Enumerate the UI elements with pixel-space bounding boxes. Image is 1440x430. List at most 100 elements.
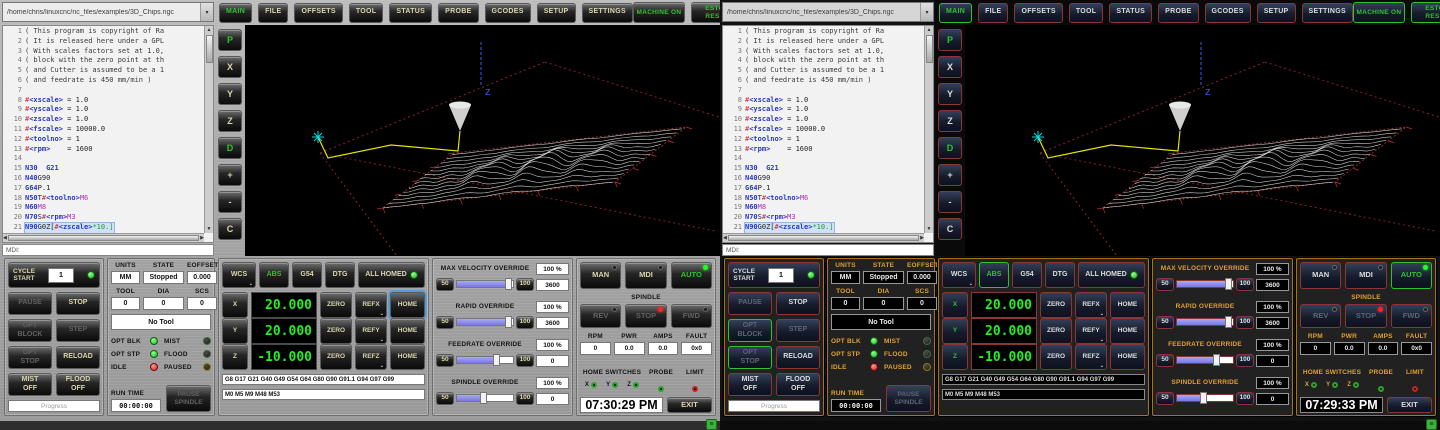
scroll-left-icon[interactable]: ◀ [3, 234, 7, 242]
menu-button-status[interactable]: STATUS [1109, 3, 1152, 23]
scroll-right-icon[interactable]: ▶ [920, 234, 924, 242]
zero-button[interactable]: ZERO [1040, 318, 1072, 344]
zero-button[interactable]: ZERO [320, 292, 352, 318]
g54-button[interactable]: G54 ⌄ [1012, 262, 1042, 288]
reload-button[interactable]: RELOAD [56, 346, 100, 369]
override-min-button[interactable]: 50 [436, 392, 454, 405]
flood-off-button[interactable]: FLOOD OFF [776, 373, 820, 396]
ref-button[interactable]: REFZ ⌄ [355, 344, 387, 370]
man-button[interactable]: MAN [1300, 262, 1341, 289]
scroll-down-icon[interactable]: ▼ [207, 225, 212, 233]
override-slider-track[interactable] [456, 394, 514, 402]
override-max-button[interactable]: 100 [516, 392, 534, 405]
ref-button[interactable]: REFY ⌄ [355, 318, 387, 344]
scroll-down-icon[interactable]: ▼ [927, 225, 932, 233]
home-button[interactable]: HOME [1110, 292, 1145, 318]
slider-handle[interactable] [1225, 278, 1232, 290]
editor-vertical-scrollbar[interactable]: ▲ ▼ [204, 26, 213, 233]
cycle-count-spinbox[interactable]: 1 [48, 268, 74, 283]
dropdown-arrow-icon[interactable]: ▾ [920, 3, 933, 21]
opt-stop-button[interactable]: OPT STOP [728, 346, 772, 369]
view-clear-button[interactable]: C [218, 218, 242, 240]
axis-letter-button[interactable]: Z [222, 344, 248, 370]
spindle-stop-button[interactable]: STOP [625, 304, 666, 328]
menu-button-main[interactable]: MAIN [939, 3, 972, 23]
cycle-count-spinbox[interactable]: 1 [768, 268, 794, 283]
gcode-editor[interactable]: 1 ( This program is copyright of Ra 2 ( … [722, 25, 934, 243]
override-slider-track[interactable] [1176, 318, 1234, 326]
zoom-in-button[interactable]: + [938, 164, 962, 186]
dtg-button[interactable]: DTG ⌄ [325, 262, 355, 288]
mist-off-button[interactable]: MIST OFF [8, 373, 52, 396]
home-button[interactable]: HOME [390, 344, 425, 370]
cycle-start-button[interactable]: CYCLE START 1 [728, 262, 820, 288]
opt-block-button[interactable]: OPT BLOCK [728, 319, 772, 342]
exit-button[interactable]: EXIT [1387, 397, 1432, 413]
menu-button-settings[interactable]: SETTINGS [582, 3, 633, 23]
hscroll-thumb[interactable] [8, 235, 199, 241]
pause-spindle-button[interactable]: PAUSE SPINDLE [886, 385, 931, 412]
zoom-out-button[interactable]: - [218, 191, 242, 213]
scroll-right-icon[interactable]: ▶ [200, 234, 204, 242]
opt-stop-button[interactable]: OPT STOP [8, 346, 52, 369]
pause-button[interactable]: PAUSE [8, 292, 52, 315]
menu-button-tool[interactable]: TOOL [349, 3, 384, 23]
exit-button[interactable]: EXIT [667, 397, 712, 413]
flood-off-button[interactable]: FLOOD OFF [56, 373, 100, 396]
reload-button[interactable]: RELOAD [776, 346, 820, 369]
spindle-rev-button[interactable]: REV [580, 304, 621, 328]
axis-letter-button[interactable]: X [222, 292, 248, 318]
ref-button[interactable]: REFX ⌄ [1075, 292, 1107, 318]
spindle-rev-button[interactable]: REV [1300, 304, 1341, 328]
view-clear-button[interactable]: C [938, 218, 962, 240]
view-x-button[interactable]: X [938, 56, 962, 78]
view-z-button[interactable]: Z [218, 110, 242, 132]
zero-button[interactable]: ZERO [320, 318, 352, 344]
machine-on-button[interactable]: MACHINE ON [633, 2, 685, 23]
slider-handle[interactable] [480, 392, 487, 404]
override-min-button[interactable]: 50 [1156, 354, 1174, 367]
scroll-up-icon[interactable]: ▲ [207, 26, 212, 34]
home-button[interactable]: HOME [1110, 318, 1145, 344]
stop-button[interactable]: STOP [776, 292, 820, 315]
file-path-combo[interactable]: /home/chris/linuxcnc/nc_files/examples/3… [722, 2, 934, 22]
stop-button[interactable]: STOP [56, 292, 100, 315]
zoom-in-button[interactable]: + [218, 164, 242, 186]
mist-off-button[interactable]: MIST OFF [728, 373, 772, 396]
view-persp-button[interactable]: P [218, 29, 242, 51]
menu-button-file[interactable]: FILE [258, 3, 288, 23]
editor-horizontal-scrollbar[interactable]: ◀ ▶ [723, 233, 924, 242]
scroll-left-icon[interactable]: ◀ [723, 234, 727, 242]
g54-button[interactable]: G54 ⌄ [292, 262, 322, 288]
override-max-button[interactable]: 100 [1236, 278, 1254, 291]
slider-handle[interactable] [1213, 354, 1220, 366]
override-slider-track[interactable] [456, 356, 514, 364]
abs-button[interactable]: ABS ⌄ [979, 262, 1009, 288]
override-min-button[interactable]: 50 [436, 278, 454, 291]
view-x-button[interactable]: X [218, 56, 242, 78]
all-homed-button[interactable]: ALL HOMED ⌄ [1078, 262, 1145, 288]
override-slider-track[interactable] [456, 280, 514, 288]
override-slider-track[interactable] [1176, 394, 1234, 402]
axis-letter-button[interactable]: Y [222, 318, 248, 344]
auto-button[interactable]: AUTO [1391, 262, 1432, 289]
editor-vertical-scrollbar[interactable]: ▲ ▼ [924, 26, 933, 233]
pause-spindle-button[interactable]: PAUSE SPINDLE [166, 385, 211, 412]
override-slider-track[interactable] [1176, 280, 1234, 288]
view-dimensions-button[interactable]: D [938, 137, 962, 159]
home-button[interactable]: HOME [1110, 344, 1145, 370]
menu-button-probe[interactable]: PROBE [438, 3, 478, 23]
vscroll-thumb[interactable] [206, 35, 213, 63]
man-button[interactable]: MAN [580, 262, 621, 289]
notification-tray-icon[interactable]: ≡ [1426, 419, 1437, 430]
override-min-button[interactable]: 50 [1156, 278, 1174, 291]
opt-block-button[interactable]: OPT BLOCK [8, 319, 52, 342]
view-z-button[interactable]: Z [938, 110, 962, 132]
menu-button-file[interactable]: FILE [978, 3, 1008, 23]
mdi-input[interactable]: MDI: [2, 244, 214, 256]
notification-tray-icon[interactable]: ≡ [706, 419, 717, 430]
menu-button-offsets[interactable]: OFFSETS [294, 3, 342, 23]
menu-button-offsets[interactable]: OFFSETS [1014, 3, 1062, 23]
machine-on-button[interactable]: MACHINE ON [1353, 2, 1405, 23]
wcs-button[interactable]: WCS ⌄ [942, 262, 976, 288]
